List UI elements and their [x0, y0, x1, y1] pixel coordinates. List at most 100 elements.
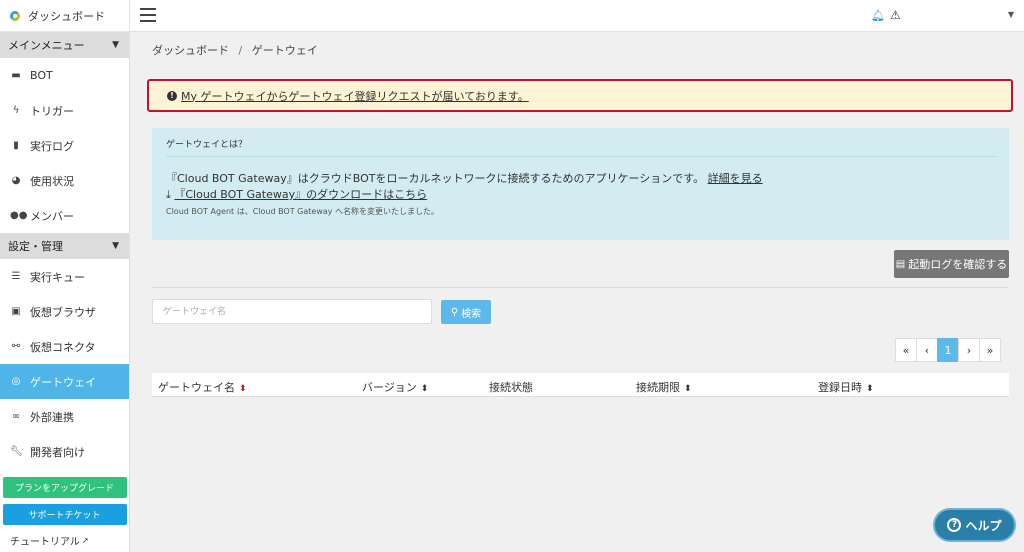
- sidebar-item-label: 実行キュー: [30, 270, 85, 284]
- breadcrumb-separator: /: [238, 44, 243, 57]
- column-registered-at[interactable]: 登録日時 ⬍: [818, 379, 874, 395]
- chevron-down-icon: ▼: [112, 40, 119, 50]
- column-label: バージョン: [362, 381, 417, 394]
- sidebar-item-label: 外部連携: [30, 410, 74, 424]
- link-icon: ∞: [11, 411, 21, 422]
- pagination: « ‹ 1 › »: [895, 338, 1001, 362]
- column-label: 接続状態: [489, 381, 533, 394]
- view-startup-log-button[interactable]: ▤ 起動ログを確認する: [894, 250, 1009, 278]
- sidebar-item-label: 実行ログ: [30, 139, 74, 153]
- section-main-menu[interactable]: メインメニュー ▼: [0, 32, 129, 58]
- column-label: 登録日時: [818, 381, 862, 394]
- search-button[interactable]: ⚲ 検索: [441, 300, 491, 324]
- document-icon: ▤: [895, 258, 906, 270]
- sidebar-item-virtual-browser[interactable]: ▣ 仮想ブラウザ: [0, 294, 129, 329]
- help-button[interactable]: ? ヘルプ: [933, 508, 1016, 542]
- sidebar-item-queue[interactable]: ☰ 実行キュー: [0, 259, 129, 294]
- pie-chart-icon: ◕: [11, 175, 21, 186]
- page-current-button[interactable]: 1: [937, 338, 959, 362]
- page-prev-button[interactable]: ‹: [916, 338, 938, 362]
- sidebar-item-virtual-connector[interactable]: ⚯ 仮想コネクタ: [0, 329, 129, 364]
- question-icon: ?: [947, 518, 962, 532]
- help-label: ヘルプ: [965, 518, 1002, 533]
- topbar: 🔔︎ ⚠ ▼: [130, 0, 1024, 32]
- column-connection-expiry[interactable]: 接続期限 ⬍: [636, 379, 692, 395]
- logo-icon: [10, 10, 20, 21]
- sidebar-item-label: 仮想ブラウザ: [30, 305, 96, 319]
- info-title: ゲートウェイとは？: [166, 140, 248, 150]
- page-last-button[interactable]: »: [979, 338, 1001, 362]
- wrench-icon: 🔧︎: [10, 446, 23, 457]
- sidebar-item-label: 使用状況: [30, 174, 74, 188]
- gateway-info-box: ゲートウェイとは？ 『Cloud BOT Gateway』はクラウドBOTをロー…: [152, 128, 1009, 240]
- download-link[interactable]: 『Cloud BOT Gateway』のダウンロードはこちら: [174, 188, 427, 201]
- user-menu-caret-icon[interactable]: ▼: [1008, 10, 1014, 19]
- section-label: メインメニュー: [8, 39, 85, 52]
- sidebar: ダッシュボード メインメニュー ▼ ▬ BOT ϟ トリガー ▮ 実行ログ ◕ …: [0, 0, 130, 552]
- sidebar-brand[interactable]: ダッシュボード: [0, 0, 129, 32]
- column-label: 接続期限: [636, 381, 680, 394]
- info-description: 『Cloud BOT Gateway』はクラウドBOTをローカルネットワークに接…: [166, 170, 763, 186]
- sort-icon: ⬍: [420, 384, 429, 394]
- robot-icon: ▬: [11, 70, 21, 81]
- sidebar-item-bot[interactable]: ▬ BOT: [0, 58, 129, 93]
- column-label: ゲートウェイ名: [158, 381, 235, 394]
- brand-label: ダッシュボード: [28, 9, 105, 23]
- sidebar-item-members[interactable]: ●● メンバー: [0, 198, 129, 233]
- column-connection-status: 接続状態: [489, 379, 533, 395]
- sort-icon: ⬍: [239, 384, 247, 394]
- breadcrumb-current: ゲートウェイ: [251, 44, 318, 57]
- bell-icon[interactable]: 🔔︎: [871, 9, 885, 22]
- gateway-request-alert: ! My ゲートウェイからゲートウェイ登録リクエストが届いております。: [147, 79, 1013, 112]
- warning-icon[interactable]: ⚠: [890, 8, 901, 22]
- tutorial-link[interactable]: チュートリアル ↗: [0, 533, 129, 548]
- gateway-request-link[interactable]: My ゲートウェイからゲートウェイ登録リクエストが届いております。: [181, 88, 529, 104]
- page-next-button[interactable]: ›: [958, 338, 980, 362]
- sort-icon: ⬍: [866, 384, 874, 394]
- sort-icon: ⬍: [684, 384, 692, 394]
- search-button-label: 検索: [461, 308, 482, 320]
- sidebar-item-label: メンバー: [30, 209, 74, 223]
- sidebar-item-developers[interactable]: 🔧︎ 開発者向け: [0, 434, 129, 469]
- info-divider: [166, 156, 996, 157]
- breadcrumb-root[interactable]: ダッシュボード: [152, 44, 229, 57]
- list-icon: ☰: [11, 271, 21, 282]
- upgrade-plan-button[interactable]: プランをアップグレード: [2, 477, 127, 498]
- sidebar-item-label: 仮想コネクタ: [30, 340, 96, 354]
- support-ticket-button[interactable]: サポートチケット: [2, 504, 127, 525]
- download-row: ⤓ 『Cloud BOT Gateway』のダウンロードはこちら: [166, 186, 427, 202]
- main-content: ダッシュボード / ゲートウェイ ! My ゲートウェイからゲートウェイ登録リク…: [130, 32, 1024, 552]
- browser-icon: ▣: [11, 306, 21, 317]
- bolt-icon: ϟ: [12, 105, 20, 116]
- sidebar-item-label: 開発者向け: [30, 445, 85, 459]
- sidebar-item-usage[interactable]: ◕ 使用状況: [0, 163, 129, 198]
- info-description-text: 『Cloud BOT Gateway』はクラウドBOTをローカルネットワークに接…: [166, 172, 705, 185]
- gateway-name-search-input[interactable]: [152, 299, 432, 324]
- chevron-down-icon: ▼: [112, 241, 119, 251]
- sidebar-item-execution-log[interactable]: ▮ 実行ログ: [0, 128, 129, 163]
- search-icon: ⚲: [450, 306, 459, 318]
- sidebar-item-integrations[interactable]: ∞ 外部連携: [0, 399, 129, 434]
- view-startup-log-label: 起動ログを確認する: [908, 258, 1008, 271]
- download-icon: ⤓: [166, 188, 171, 201]
- sidebar-item-trigger[interactable]: ϟ トリガー: [0, 93, 129, 128]
- users-icon: ●●: [10, 210, 28, 221]
- breadcrumb: ダッシュボード / ゲートウェイ: [152, 42, 318, 58]
- connector-icon: ⚯: [11, 341, 21, 352]
- sidebar-item-gateway[interactable]: ◎ ゲートウェイ: [0, 364, 129, 399]
- tutorial-label: チュートリアル: [10, 537, 80, 548]
- sidebar-item-label: トリガー: [30, 104, 74, 118]
- section-settings[interactable]: 設定・管理 ▼: [0, 233, 129, 259]
- gateway-icon: ◎: [11, 376, 21, 387]
- section-label: 設定・管理: [8, 240, 63, 253]
- column-version[interactable]: バージョン ⬍: [362, 379, 428, 395]
- file-icon: ▮: [13, 140, 19, 151]
- external-link-icon: ↗: [81, 536, 89, 545]
- page-first-button[interactable]: «: [895, 338, 917, 362]
- details-link[interactable]: 詳細を見る: [708, 172, 763, 185]
- column-gateway-name[interactable]: ゲートウェイ名 ⬍: [158, 379, 247, 395]
- hamburger-menu-icon[interactable]: [140, 6, 156, 24]
- info-note: Cloud BOT Agent は、Cloud BOT Gateway へ名称を…: [166, 207, 440, 216]
- divider: [152, 287, 1009, 288]
- sidebar-item-label: BOT: [30, 69, 53, 82]
